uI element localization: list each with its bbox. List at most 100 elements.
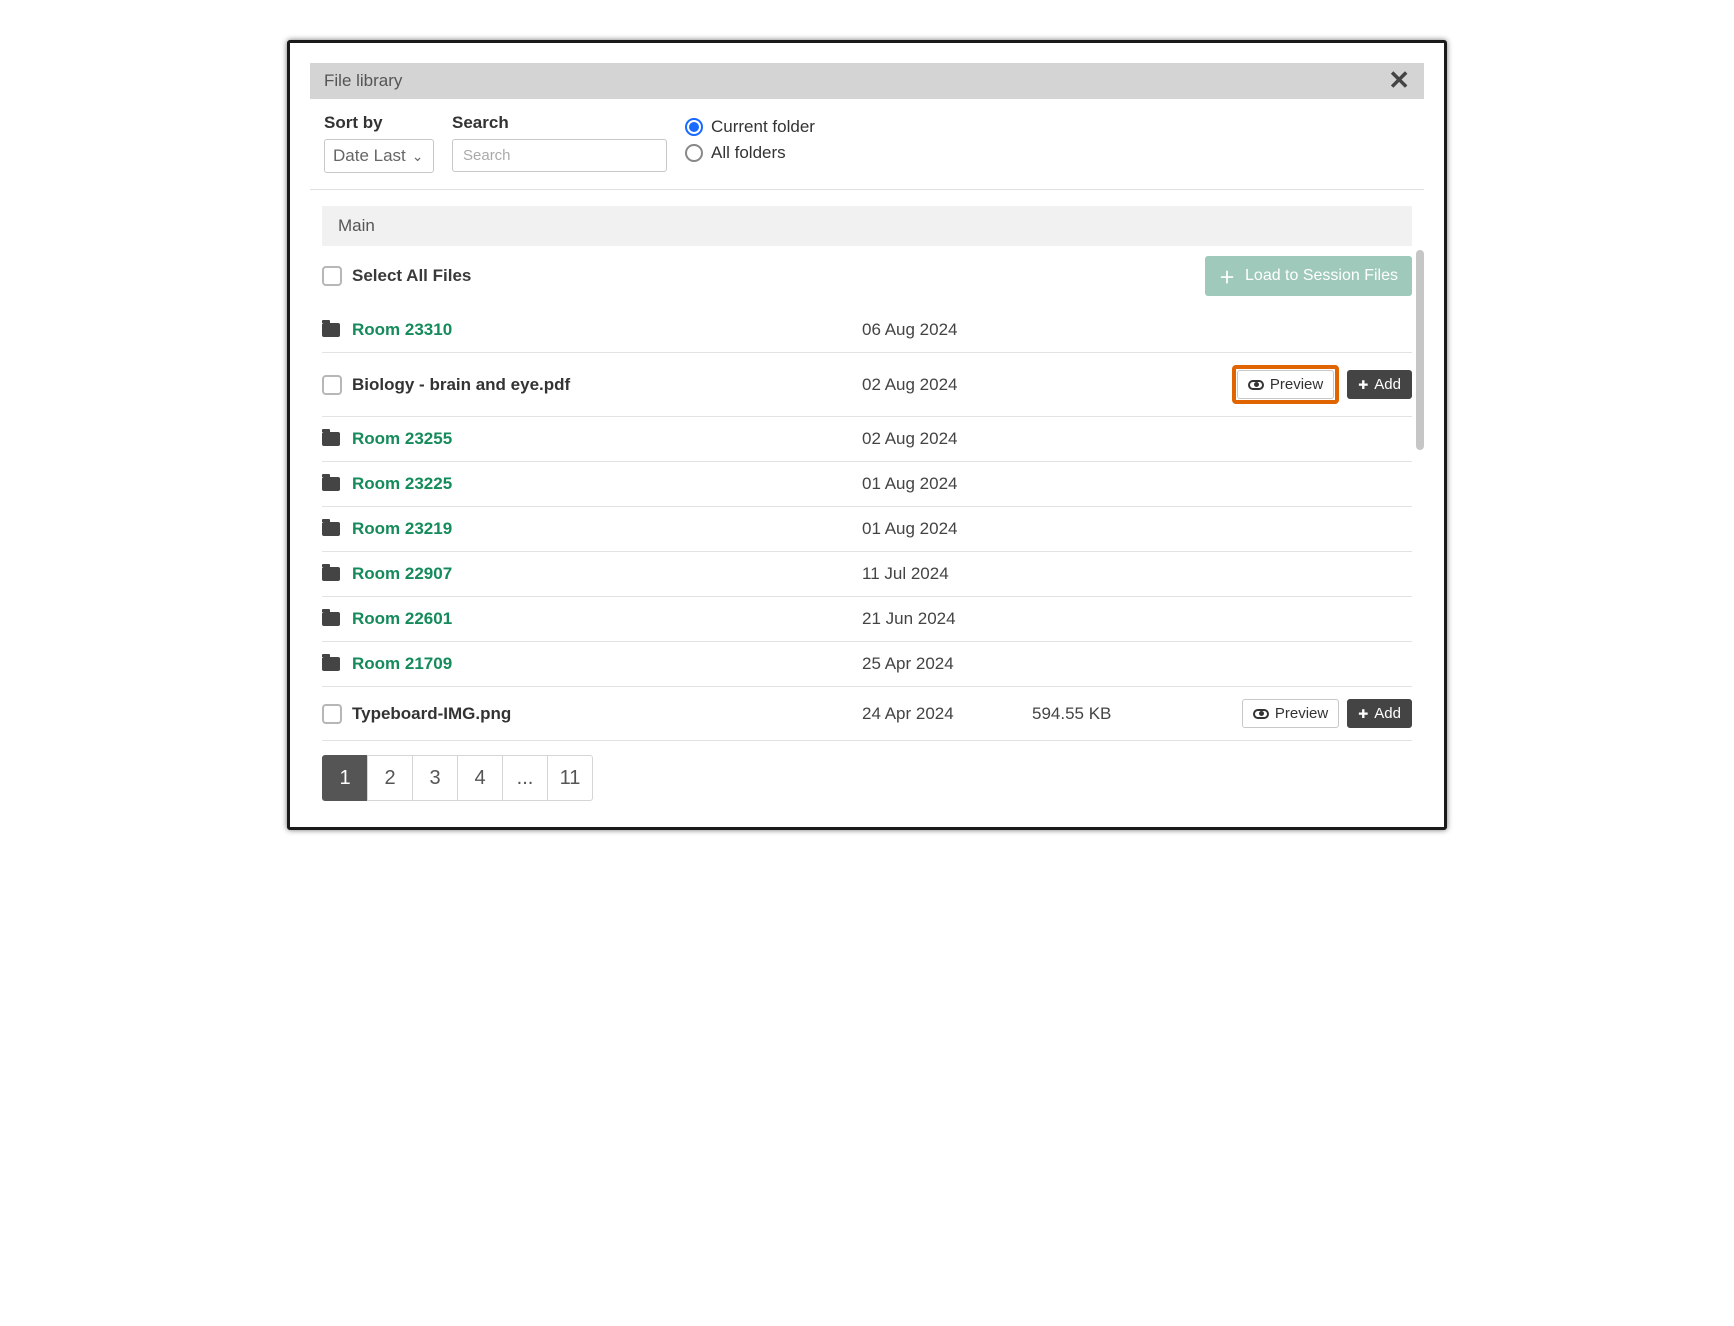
folder-row: Room 2322501 Aug 2024 — [322, 462, 1412, 507]
folder-icon-slot — [322, 477, 352, 491]
scrollbar-thumb[interactable] — [1416, 250, 1424, 450]
sort-value: Date Last — [333, 146, 406, 166]
folder-row: Room 2170925 Apr 2024 — [322, 642, 1412, 687]
folder-icon-slot — [322, 657, 352, 671]
row-date: 02 Aug 2024 — [862, 429, 1032, 449]
row-date: 24 Apr 2024 — [862, 704, 1032, 724]
sort-group: Sort by Date Last ⌄ — [324, 113, 434, 173]
select-all-label: Select All Files — [352, 266, 471, 286]
filter-row: Sort by Date Last ⌄ Search Current folde… — [310, 99, 1424, 190]
scope-all-label: All folders — [711, 143, 786, 163]
breadcrumb[interactable]: Main — [322, 206, 1412, 246]
folder-name[interactable]: Room 22601 — [352, 609, 862, 629]
load-button-label: Load to Session Files — [1245, 267, 1398, 285]
folder-icon-slot — [322, 567, 352, 581]
preview-highlight: Preview — [1232, 365, 1339, 404]
radio-unselected-icon — [685, 144, 703, 162]
folder-name[interactable]: Room 23310 — [352, 320, 862, 340]
select-all-row: Select All Files ＋ Load to Session Files — [310, 246, 1424, 306]
chevron-down-icon: ⌄ — [412, 148, 424, 165]
scope-current-label: Current folder — [711, 117, 815, 137]
folder-icon — [322, 477, 340, 491]
add-label: Add — [1374, 705, 1401, 722]
folder-icon-slot — [322, 612, 352, 626]
pagination: 1234...11 — [310, 741, 1424, 807]
add-button[interactable]: ✚ Add — [1347, 699, 1412, 728]
row-date: 06 Aug 2024 — [862, 320, 1032, 340]
row-date: 02 Aug 2024 — [862, 375, 1032, 395]
sort-select[interactable]: Date Last ⌄ — [324, 139, 434, 173]
preview-button[interactable]: Preview — [1242, 699, 1339, 728]
row-actions: Preview ✚ Add — [1242, 699, 1412, 728]
add-button[interactable]: ✚ Add — [1347, 370, 1412, 399]
scope-radio-group: Current folder All folders — [685, 113, 815, 163]
row-date: 01 Aug 2024 — [862, 519, 1032, 539]
page-ellipsis: ... — [502, 755, 548, 801]
page-4[interactable]: 4 — [457, 755, 503, 801]
file-name: Biology - brain and eye.pdf — [352, 375, 862, 395]
row-date: 11 Jul 2024 — [862, 564, 1032, 584]
folder-name[interactable]: Room 22907 — [352, 564, 862, 584]
plus-icon: ＋ — [1219, 264, 1235, 288]
folder-row: Room 2321901 Aug 2024 — [322, 507, 1412, 552]
folder-name[interactable]: Room 23219 — [352, 519, 862, 539]
modal-title: File library — [324, 71, 402, 91]
folder-name[interactable]: Room 23225 — [352, 474, 862, 494]
eye-icon — [1248, 380, 1264, 390]
sort-label: Sort by — [324, 113, 434, 133]
file-row: Typeboard-IMG.png24 Apr 2024594.55 KB Pre… — [322, 687, 1412, 741]
scope-all-folders[interactable]: All folders — [685, 143, 815, 163]
modal-header: File library ✕ — [310, 63, 1424, 99]
select-all-checkbox[interactable] — [322, 266, 342, 286]
row-date: 25 Apr 2024 — [862, 654, 1032, 674]
plus-icon: ✚ — [1358, 707, 1368, 721]
modal-body: Main Select All Files ＋ Load to Session … — [310, 190, 1424, 807]
folder-icon — [322, 657, 340, 671]
row-checkbox[interactable] — [322, 375, 342, 395]
folder-icon — [322, 612, 340, 626]
file-list: Room 2331006 Aug 2024Biology - brain and… — [310, 306, 1424, 741]
row-checkbox[interactable] — [322, 704, 342, 724]
folder-icon-slot — [322, 432, 352, 446]
search-input[interactable] — [452, 139, 667, 172]
page-11[interactable]: 11 — [547, 755, 593, 801]
page-1[interactable]: 1 — [322, 755, 368, 801]
scope-current-folder[interactable]: Current folder — [685, 117, 815, 137]
folder-icon-slot — [322, 522, 352, 536]
page-2[interactable]: 2 — [367, 755, 413, 801]
folder-row: Room 2325502 Aug 2024 — [322, 417, 1412, 462]
folder-icon-slot — [322, 323, 352, 337]
row-actions: Preview ✚ Add — [1232, 365, 1412, 404]
folder-row: Room 2290711 Jul 2024 — [322, 552, 1412, 597]
row-date: 01 Aug 2024 — [862, 474, 1032, 494]
eye-icon — [1253, 709, 1269, 719]
scrollbar[interactable] — [1416, 250, 1424, 740]
checkbox-slot — [322, 375, 352, 395]
plus-icon: ✚ — [1358, 378, 1368, 392]
row-size: 594.55 KB — [1032, 704, 1192, 724]
row-date: 21 Jun 2024 — [862, 609, 1032, 629]
folder-name[interactable]: Room 21709 — [352, 654, 862, 674]
preview-button[interactable]: Preview — [1237, 370, 1334, 399]
modal-frame: File library ✕ Sort by Date Last ⌄ Searc… — [287, 40, 1447, 830]
folder-icon — [322, 522, 340, 536]
search-group: Search — [452, 113, 667, 172]
preview-label: Preview — [1270, 376, 1323, 393]
file-row: Biology - brain and eye.pdf02 Aug 2024 Pr… — [322, 353, 1412, 417]
folder-icon — [322, 567, 340, 581]
file-library-modal: File library ✕ Sort by Date Last ⌄ Searc… — [310, 63, 1424, 807]
radio-selected-icon — [685, 118, 703, 136]
load-to-session-button[interactable]: ＋ Load to Session Files — [1205, 256, 1412, 296]
file-name: Typeboard-IMG.png — [352, 704, 862, 724]
folder-icon — [322, 432, 340, 446]
close-icon[interactable]: ✕ — [1388, 73, 1410, 89]
page-3[interactable]: 3 — [412, 755, 458, 801]
folder-row: Room 2331006 Aug 2024 — [322, 306, 1412, 353]
add-label: Add — [1374, 376, 1401, 393]
folder-row: Room 2260121 Jun 2024 — [322, 597, 1412, 642]
preview-label: Preview — [1275, 705, 1328, 722]
folder-icon — [322, 323, 340, 337]
checkbox-slot — [322, 704, 352, 724]
folder-name[interactable]: Room 23255 — [352, 429, 862, 449]
search-label: Search — [452, 113, 667, 133]
